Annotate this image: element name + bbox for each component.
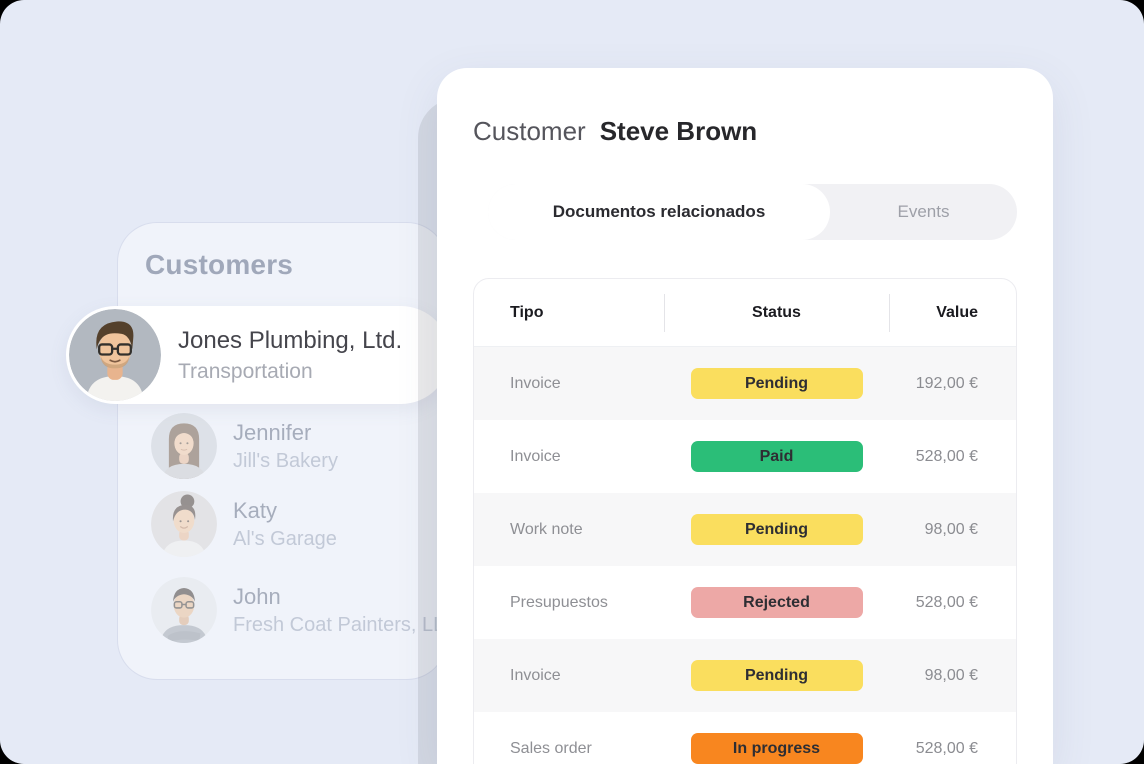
column-header-status: Status [752,303,801,321]
table-row[interactable]: Invoice Pending 192,00 € [474,347,1016,420]
status-badge: Pending [690,368,863,399]
customer-company: Jill's Bakery [233,449,338,472]
document-value: 98,00 € [924,520,978,538]
page-title-label: Customer [473,116,586,146]
customers-panel: Customers Jones Plumbing, Ltd. Transport… [66,222,459,680]
document-type: Invoice [510,447,561,465]
document-value: 528,00 € [915,739,978,757]
documents-table: Tipo Status Value Invoice Pending 192,00… [473,278,1017,764]
document-type: Sales order [510,739,592,757]
avatar-john [151,577,217,643]
status-cell: Pending [664,660,889,691]
document-value: 192,00 € [915,374,978,392]
column-header-value: Value [936,303,978,321]
status-cell: Pending [664,368,889,399]
customer-list-item-selected[interactable]: Jones Plumbing, Ltd. Transportation [66,306,450,404]
app-screen: Customers Jones Plumbing, Ltd. Transport… [0,0,1144,764]
status-cell: In progress [664,733,889,764]
table-row[interactable]: Work note Pending 98,00 € [474,493,1016,566]
document-type: Invoice [510,374,561,392]
avatar-katy [151,491,217,557]
page-title: Customer Steve Brown [473,116,757,147]
table-row[interactable]: Sales order In progress 528,00 € [474,712,1016,764]
tab-documentos-relacionados[interactable]: Documentos relacionados [488,184,830,240]
document-type: Work note [510,520,583,538]
tab-events[interactable]: Events [830,184,1017,240]
status-cell: Paid [664,441,889,472]
document-type: Invoice [510,666,561,684]
status-badge: Pending [690,660,863,691]
avatar-jones [69,309,161,401]
table-row[interactable]: Invoice Pending 98,00 € [474,639,1016,712]
document-type: Presupuestos [510,593,608,611]
status-badge: In progress [690,733,863,764]
tab-bar: Documentos relacionados Events [488,184,1017,240]
document-value: 98,00 € [924,666,978,684]
status-badge: Rejected [690,587,863,618]
customer-name: Jennifer [233,419,312,445]
selected-customer-name: Jones Plumbing, Ltd. [178,326,403,354]
page-title-customer-name: Steve Brown [599,116,758,146]
avatar-jennifer [151,413,217,479]
header-divider [889,294,890,332]
header-divider [664,294,665,332]
document-value: 528,00 € [915,447,978,465]
customer-name: Katy [233,497,278,523]
selected-customer-company: Transportation [178,359,313,383]
table-header: Tipo Status Value [474,279,1016,347]
selected-customer-text: Jones Plumbing, Ltd. Transportation [178,327,402,384]
table-row[interactable]: Presupuestos Rejected 528,00 € [474,566,1016,639]
status-cell: Rejected [664,587,889,618]
customer-text: Katy Al's Garage [233,498,337,551]
table-row[interactable]: Invoice Paid 528,00 € [474,420,1016,493]
document-value: 528,00 € [915,593,978,611]
customer-text: Jennifer Jill's Bakery [233,420,338,473]
column-header-tipo: Tipo [510,303,544,321]
status-badge: Pending [690,514,863,545]
status-badge: Paid [690,441,863,472]
customers-panel-title: Customers [145,249,294,280]
customer-company: Al's Garage [233,527,337,550]
customer-detail-card: Customer Steve Brown Documentos relacion… [437,68,1053,764]
status-cell: Pending [664,514,889,545]
